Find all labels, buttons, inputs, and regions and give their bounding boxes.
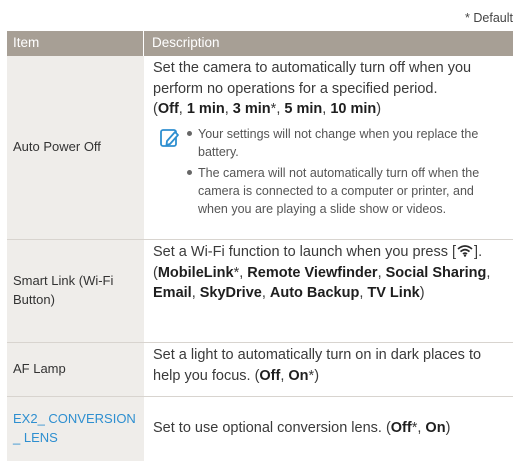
header-item: Item — [7, 31, 144, 56]
table-row: AF Lamp Set a light to automatically tur… — [7, 343, 513, 397]
note-list: Your settings will not change when you r… — [187, 125, 505, 222]
note-box: Your settings will not change when you r… — [153, 125, 505, 222]
table-header: Item Description — [7, 31, 513, 56]
settings-table: Item Description Auto Power Off Set the … — [7, 31, 513, 461]
description-conversion-lens: Set to use optional conversion lens. (Of… — [144, 397, 513, 461]
item-conversion-lens[interactable]: EX2_ CONVERSION_ LENS — [7, 397, 144, 461]
description-af-lamp: Set a light to automatically turn on in … — [144, 343, 513, 396]
note-item: The camera will not automatically turn o… — [187, 164, 505, 218]
note-pencil-icon — [160, 128, 179, 147]
description-text: Set the camera to automatically turn off… — [153, 60, 472, 118]
table-row: EX2_ CONVERSION_ LENS Set to use optiona… — [7, 397, 513, 461]
note-item: Your settings will not change when you r… — [187, 125, 505, 161]
default-note: * Default — [465, 11, 513, 25]
description-smart-link: Set a Wi-Fi function to launch when you … — [144, 240, 513, 342]
item-af-lamp: AF Lamp — [7, 343, 144, 396]
table-row: Auto Power Off Set the camera to automat… — [7, 56, 513, 240]
description-auto-power-off: Set the camera to automatically turn off… — [144, 56, 513, 239]
table-row: Smart Link (Wi-Fi Button) Set a Wi-Fi fu… — [7, 240, 513, 343]
header-description: Description — [152, 35, 220, 50]
item-smart-link: Smart Link (Wi-Fi Button) — [7, 240, 144, 342]
wifi-icon — [457, 245, 473, 257]
item-auto-power-off: Auto Power Off — [7, 56, 144, 239]
